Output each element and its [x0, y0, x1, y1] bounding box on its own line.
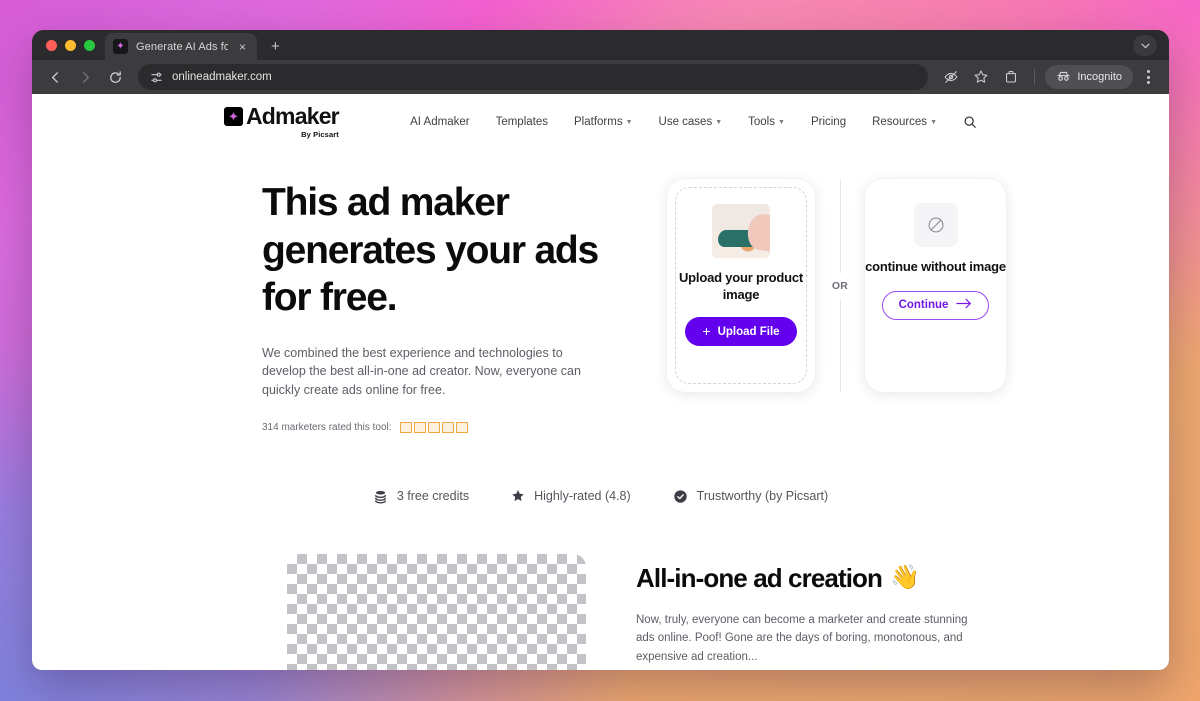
chevron-down-icon[interactable] — [1133, 35, 1157, 56]
browser-toolbar: onlineadmaker.com Incognito — [32, 60, 1169, 94]
chevron-down-icon: ▼ — [778, 119, 785, 126]
brand-logo[interactable]: Admaker By Picsart — [224, 102, 340, 139]
badge-free-credits: 3 free credits — [373, 489, 469, 504]
search-icon[interactable] — [963, 115, 977, 129]
star-placeholder — [399, 421, 412, 433]
upload-file-label: Upload File — [717, 325, 780, 338]
chevron-down-icon: ▼ — [715, 119, 723, 126]
or-divider: OR — [815, 179, 865, 392]
badge-trustworthy: Trustworthy (by Picsart) — [673, 489, 829, 504]
waving-hand-icon: 👋 — [890, 564, 920, 592]
hero-paragraph: We combined the best experience and tech… — [262, 345, 581, 398]
window-controls — [42, 30, 105, 60]
nav-item-templates[interactable]: Templates — [496, 116, 548, 128]
continue-without-image-card[interactable]: continue without image Continue — [865, 179, 1006, 392]
star-filled-icon — [511, 489, 525, 503]
feature-section: All-in-one ad creation 👋 Now, truly, eve… — [32, 553, 1169, 670]
page-title: This ad maker generates your ads for fre… — [262, 181, 599, 320]
nav-label: Templates — [495, 115, 548, 128]
or-label: OR — [826, 272, 854, 299]
hero-copy: This ad maker generates your ads for fre… — [262, 179, 642, 433]
continue-card-label: continue without image — [865, 259, 1006, 274]
feature-title: All-in-one ad creation 👋 — [636, 564, 986, 593]
nav-item-tools[interactable]: Tools ▼ — [748, 116, 785, 128]
sneaker-illustration — [317, 648, 527, 670]
rating-row: 314 marketers rated this tool: — [262, 421, 642, 433]
rating-label: 314 marketers rated this tool: — [262, 421, 392, 433]
nav-item-platforms[interactable]: Platforms ▼ — [574, 116, 633, 128]
incognito-indicator[interactable]: Incognito — [1045, 65, 1133, 89]
rating-stars — [399, 421, 468, 433]
product-image-thumbnail — [712, 204, 770, 258]
back-button[interactable] — [42, 64, 68, 90]
upload-card-label: Upload your product image — [678, 270, 804, 302]
incognito-icon — [1056, 70, 1071, 85]
feature-badges: 3 free credits Highly-rated (4.8) Trustw… — [32, 489, 1169, 504]
new-tab-button[interactable]: + — [271, 39, 280, 54]
chevron-down-icon: ▼ — [625, 119, 633, 126]
chevron-down-icon: ▼ — [930, 119, 937, 126]
coins-icon — [373, 489, 388, 504]
nav-item-use-cases[interactable]: Use cases ▼ — [659, 116, 723, 128]
kebab-menu-icon[interactable] — [1137, 64, 1159, 90]
continue-label: Continue — [898, 299, 949, 312]
nav-label: AI Admaker — [410, 115, 470, 128]
plus-icon: + — [702, 323, 711, 340]
tab-strip: Generate AI Ads for Social M × + — [32, 30, 1169, 60]
brand-name: Admaker — [246, 102, 340, 129]
star-placeholder — [441, 421, 454, 433]
reload-button[interactable] — [102, 64, 128, 90]
incognito-label: Incognito — [1077, 71, 1122, 83]
continue-button[interactable]: Continue — [881, 290, 990, 320]
url-text: onlineadmaker.com — [172, 71, 272, 83]
no-image-icon — [913, 203, 958, 247]
site-navigation: AI Admaker Templates Platforms ▼ Use case… — [410, 115, 977, 129]
brand-tagline: By Picsart — [301, 129, 339, 139]
feature-paragraph: Now, truly, everyone can become a market… — [636, 613, 968, 663]
feature-title-text: All-in-one ad creation — [636, 562, 883, 593]
extensions-icon[interactable] — [998, 64, 1024, 90]
star-placeholder — [455, 421, 468, 433]
badge-label: Trustworthy (by Picsart) — [696, 489, 829, 504]
browser-tab[interactable]: Generate AI Ads for Social M × — [105, 33, 257, 60]
feature-copy: All-in-one ad creation 👋 Now, truly, eve… — [636, 554, 986, 670]
sparkle-icon — [224, 106, 243, 126]
badge-label: 3 free credits — [396, 489, 470, 504]
nav-item-resources[interactable]: Resources ▼ — [872, 116, 937, 128]
transparent-background-image — [287, 553, 586, 670]
star-placeholder — [427, 421, 440, 433]
tune-icon[interactable] — [148, 69, 164, 85]
sparkle-icon — [113, 39, 128, 54]
nav-label: Resources — [872, 115, 928, 128]
tab-title: Generate AI Ads for Social M — [136, 40, 228, 53]
close-tab-button[interactable]: × — [236, 41, 249, 53]
site-header: Admaker By Picsart AI Admaker Templates … — [32, 94, 1169, 149]
minimize-window-button[interactable] — [65, 39, 76, 51]
hero-section: This ad maker generates your ads for fre… — [32, 149, 1169, 433]
arrow-right-icon — [956, 298, 972, 312]
nav-label: Tools — [748, 115, 775, 128]
maximize-window-button[interactable] — [84, 39, 95, 51]
upload-dropzone[interactable]: Upload your product image + Upload File — [675, 187, 807, 384]
eye-slash-icon[interactable] — [938, 64, 964, 90]
badge-highly-rated: Highly-rated (4.8) — [511, 489, 631, 504]
nav-item-pricing[interactable]: Pricing — [811, 116, 846, 128]
nav-item-ai-admaker[interactable]: AI Admaker — [410, 116, 469, 128]
close-window-button[interactable] — [46, 39, 57, 51]
star-icon[interactable] — [968, 64, 994, 90]
hero-choice-cards: Upload your product image + Upload File … — [667, 179, 1006, 433]
badge-label: Highly-rated (4.8) — [534, 489, 631, 504]
upload-image-card[interactable]: Upload your product image + Upload File — [667, 179, 815, 392]
nav-label: Use cases — [658, 115, 713, 128]
page-viewport: Admaker By Picsart AI Admaker Templates … — [32, 94, 1169, 670]
address-bar[interactable]: onlineadmaker.com — [138, 64, 929, 90]
browser-window: Generate AI Ads for Social M × + — [32, 30, 1169, 670]
check-circle-icon — [673, 489, 688, 504]
nav-label: Platforms — [574, 115, 623, 128]
toolbar-divider — [1034, 69, 1036, 85]
upload-file-button[interactable]: + Upload File — [685, 317, 797, 347]
star-placeholder — [413, 421, 426, 433]
forward-button[interactable] — [72, 64, 98, 90]
nav-label: Pricing — [810, 115, 847, 128]
